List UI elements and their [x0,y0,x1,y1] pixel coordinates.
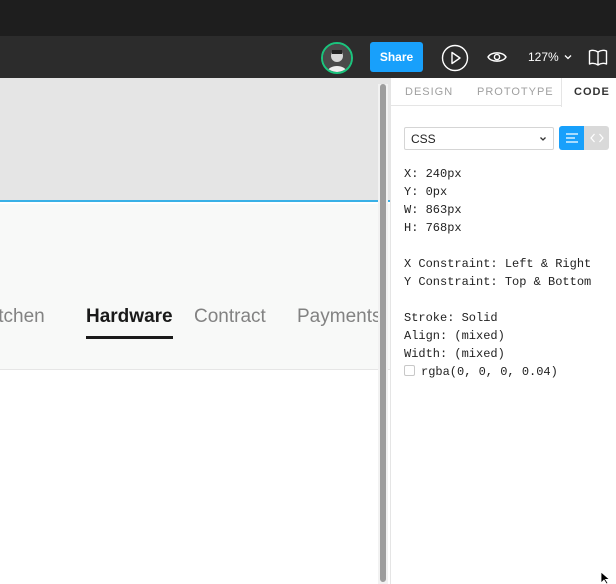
mouse-cursor-icon [600,571,611,584]
code-line-y-constraint: Y Constraint: Top & Bottom [404,275,592,289]
code-line-y: Y: 0px [404,185,448,199]
avatar-image [323,44,351,72]
toolbar [0,36,616,78]
code-brackets-icon [589,133,604,143]
frame-navigation[interactable]: itchen Hardware Contract Payments [0,204,390,370]
chevron-down-icon [564,55,572,60]
color-value: rgba(0, 0, 0, 0.04) [421,365,558,379]
nav-item-kitchen[interactable]: itchen [0,306,45,328]
list-view-button[interactable] [559,126,584,150]
code-line-w: W: 863px [404,203,462,217]
design-canvas[interactable]: itchen Hardware Contract Payments [0,78,390,584]
zoom-dropdown[interactable]: 127% [528,49,572,65]
text-align-icon [565,133,578,143]
code-view-toggle [559,126,609,150]
canvas-scrollbar-thumb[interactable] [380,84,386,582]
library-button[interactable] [588,48,608,66]
user-avatar[interactable] [321,42,353,74]
share-button[interactable]: Share [370,42,423,72]
code-line-width: Width: (mixed) [404,347,505,361]
view-toggle-button[interactable] [487,49,507,65]
nav-item-payments[interactable]: Payments [297,306,381,328]
code-line-stroke: Stroke: Solid [404,311,498,325]
nav-item-contract[interactable]: Contract [194,306,266,328]
play-icon [441,44,469,72]
nav-item-hardware[interactable]: Hardware [86,306,173,339]
code-line-x-constraint: X Constraint: Left & Right [404,257,592,271]
color-swatch [404,365,415,376]
language-select-value: CSS [411,131,436,146]
tab-design[interactable]: DESIGN [405,86,453,98]
eye-icon [487,52,507,62]
title-bar [0,0,616,36]
tab-code[interactable]: CODE [574,86,610,98]
chevron-down-icon [540,137,546,141]
book-icon [588,49,608,66]
zoom-level: 127% [528,50,559,64]
selected-frame-header[interactable] [0,78,390,202]
active-underline [86,336,173,339]
language-select[interactable]: CSS [404,127,554,150]
code-line-x: X: 240px [404,167,462,181]
code-line-h: H: 768px [404,221,462,235]
present-button[interactable] [441,44,469,72]
nav-item-label: Hardware [86,306,173,327]
tab-prototype[interactable]: PROTOTYPE [477,86,554,98]
properties-panel: DESIGN PROTOTYPE CODE CSS X: 240px Y: 0p… [390,78,616,584]
code-line-align: Align: (mixed) [404,329,505,343]
code-line-color: rgba(0, 0, 0, 0.04) [404,364,558,380]
panel-tabs: DESIGN PROTOTYPE CODE [391,78,616,107]
code-view-button[interactable] [584,126,609,150]
